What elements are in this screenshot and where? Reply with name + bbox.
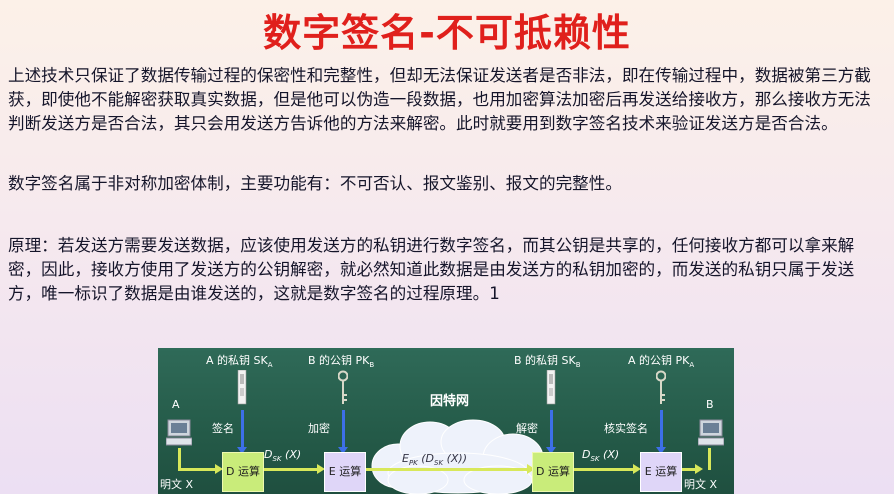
step-encrypt-label: 加密: [308, 422, 330, 435]
digital-signature-diagram: A 的私钥 SKA B 的公钥 PKB B 的私钥 SKB A 的公钥 PKA …: [158, 348, 734, 494]
d-to-e2-arrow: [572, 464, 641, 474]
b-public-key-icon: [338, 370, 348, 404]
b-private-key-icon: [546, 370, 556, 405]
plaintext-right-label: 明文 X: [684, 478, 718, 491]
internet-label: 因特网: [430, 394, 470, 409]
a-public-key-label: A 的公钥 PKA: [628, 354, 695, 370]
b-private-key-label: B 的私钥 SKB: [514, 354, 581, 370]
paragraph-definition: 数字签名属于非对称加密体制，主要功能有：不可否认、报文鉴别、报文的完整性。: [8, 174, 622, 193]
d-operation-box-2: D 运算: [532, 452, 574, 492]
paragraph-principle: 原理：若发送方需要发送数据，应该使用发送方的私钥进行数字签名，而其公钥是共享的，…: [8, 236, 855, 303]
a-private-key-label: A 的私钥 SKA: [206, 354, 273, 370]
step-decrypt-label: 解密: [516, 422, 538, 435]
b-public-key-label: B 的公钥 PKB: [308, 354, 375, 370]
signature-formula-1: DSK (X): [264, 448, 302, 464]
a-public-key-icon: [656, 370, 666, 404]
plaintext-left-label: 明文 X: [160, 478, 194, 491]
decrypt-arrow: [546, 410, 556, 454]
sender-label: A: [172, 398, 180, 411]
step-verify-label: 核实签名: [604, 422, 648, 435]
receiver-connector-line: [708, 448, 711, 470]
e-to-plaintext-arrow: [680, 464, 703, 474]
encrypt-arrow: [338, 410, 348, 454]
e-operation-box-1: E 运算: [324, 452, 366, 492]
paragraph-problem: 上述技术只保证了数据传输过程的保密性和完整性，但却无法保证发送者是否非法，即在传…: [8, 66, 871, 133]
plaintext-to-d-arrow: [178, 464, 223, 474]
e-operation-box-2: E 运算: [640, 452, 682, 492]
receiver-computer-icon: [698, 419, 724, 446]
a-private-key-icon: [237, 370, 247, 405]
sign-arrow: [237, 410, 247, 454]
d-operation-box-1: D 运算: [222, 452, 264, 492]
d-to-e-arrow: [262, 464, 325, 474]
ciphertext-formula: EPK (DSK (X)): [402, 452, 467, 468]
step-sign-label: 签名: [212, 422, 234, 435]
receiver-label: B: [706, 398, 714, 411]
e-to-d-arrow: [364, 464, 535, 474]
page-title: 数字签名-不可抵赖性: [263, 11, 631, 55]
signature-formula-2: DSK (X): [582, 448, 620, 464]
verify-arrow: [656, 410, 666, 454]
sender-connector-line: [178, 448, 181, 470]
sender-computer-icon: [166, 419, 192, 446]
